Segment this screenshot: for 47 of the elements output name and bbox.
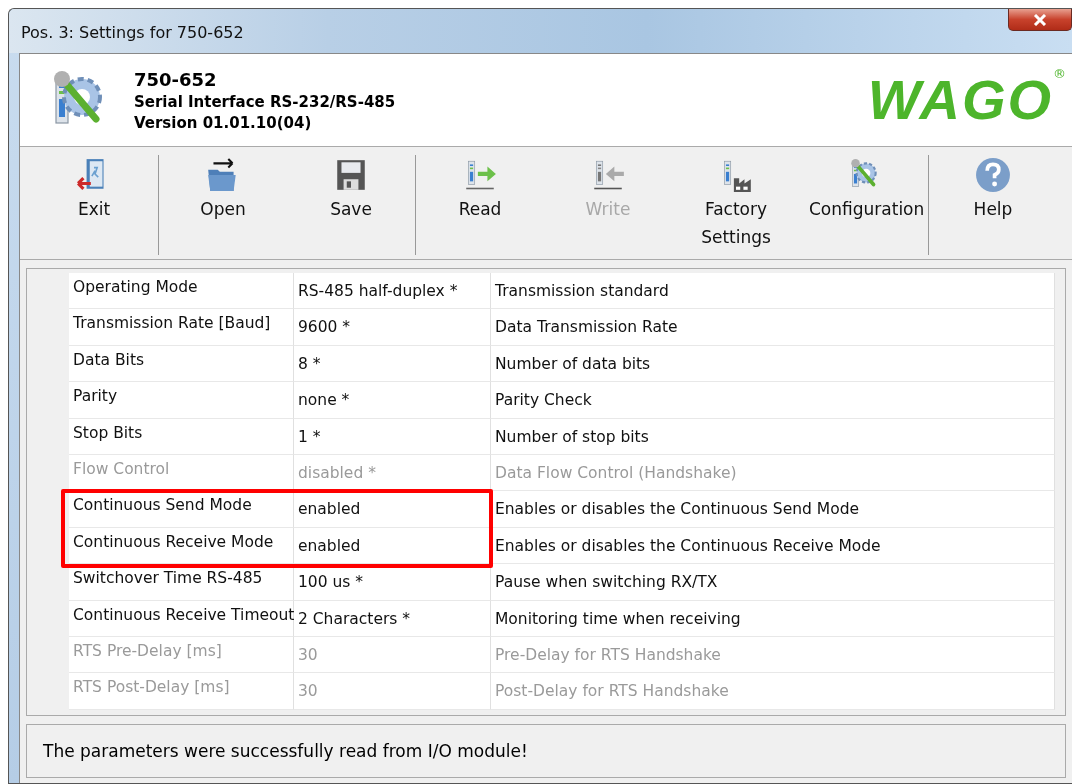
parameter-description: Transmission standard [491,273,1055,310]
parameter-value[interactable]: RS-485 half-duplex * [294,273,491,310]
parameter-value[interactable]: 8 * [294,345,491,383]
parameter-value[interactable]: enabled [294,491,491,528]
module-description: Serial Interface RS-232/RS-485 [134,92,397,111]
parameter-description: Number of stop bits [491,418,1055,455]
parameter-name: Continuous Send Mode [69,491,294,528]
help-icon [975,157,1011,193]
parameter-value[interactable]: enabled [294,527,491,565]
parameter-description: Data Flow Control (Handshake) [491,454,1055,492]
status-message: The parameters were successfully read from I/O module! [43,741,528,761]
parameter-value[interactable]: 1 * [294,418,491,455]
parameter-name: RTS Post-Delay [ms] [69,673,294,710]
parameter-value[interactable]: 9600 * [294,309,491,346]
parameter-description: Number of data bits [491,345,1055,383]
toolbar-button[interactable]: Read [416,147,544,259]
parameter-name: Continuous Receive Mode [69,527,294,565]
toolbar-button[interactable]: Save [287,147,415,259]
parameter-name: Stop Bits [69,418,294,455]
parameter-description: Pre-Delay for RTS Handshake [491,636,1055,674]
parameter-name: Operating Mode [69,273,294,310]
parameter-name: Data Bits [69,345,294,383]
window-title: Pos. 3: Settings for 750-652 [21,23,245,42]
parameter-description: Enables or disables the Continuous Send Mode [491,491,1055,528]
brand-logo: WAGO [867,72,1053,128]
toolbar-button[interactable]: Open [159,147,287,259]
parameter-name: RTS Pre-Delay [ms] [69,636,294,674]
parameter-description: Post-Delay for RTS Handshake [491,673,1055,710]
parameter-description: Data Transmission Rate [491,309,1055,346]
module-number: 750-652 [134,68,218,90]
toolbar-button[interactable]: Help [929,147,1057,259]
close-button[interactable] [1008,9,1072,31]
parameter-description: Enables or disables the Continuous Receive Mode [491,527,1055,565]
parameter-description: Parity Check [491,382,1055,419]
toolbar-button[interactable]: Exit [30,147,158,259]
parameter-value[interactable]: 2 Characters * [294,600,491,637]
parameter-name: Continuous Receive Timeout [69,600,294,637]
toolbar-button[interactable]: Configuration [800,147,928,259]
firmware-version: Version 01.01.10(04) [134,113,313,132]
parameter-description: Monitoring time when receiving [491,600,1055,637]
close-icon [1033,13,1047,26]
parameter-name: Parity [69,382,294,419]
registered-mark: ® [1053,66,1066,81]
parameter-description: Pause when switching RX/TX [491,564,1055,601]
toolbar-button[interactable]: Factory Settings [672,147,800,259]
parameter-name: Transmission Rate [Baud] [69,309,294,346]
parameter-value[interactable]: none * [294,382,491,419]
